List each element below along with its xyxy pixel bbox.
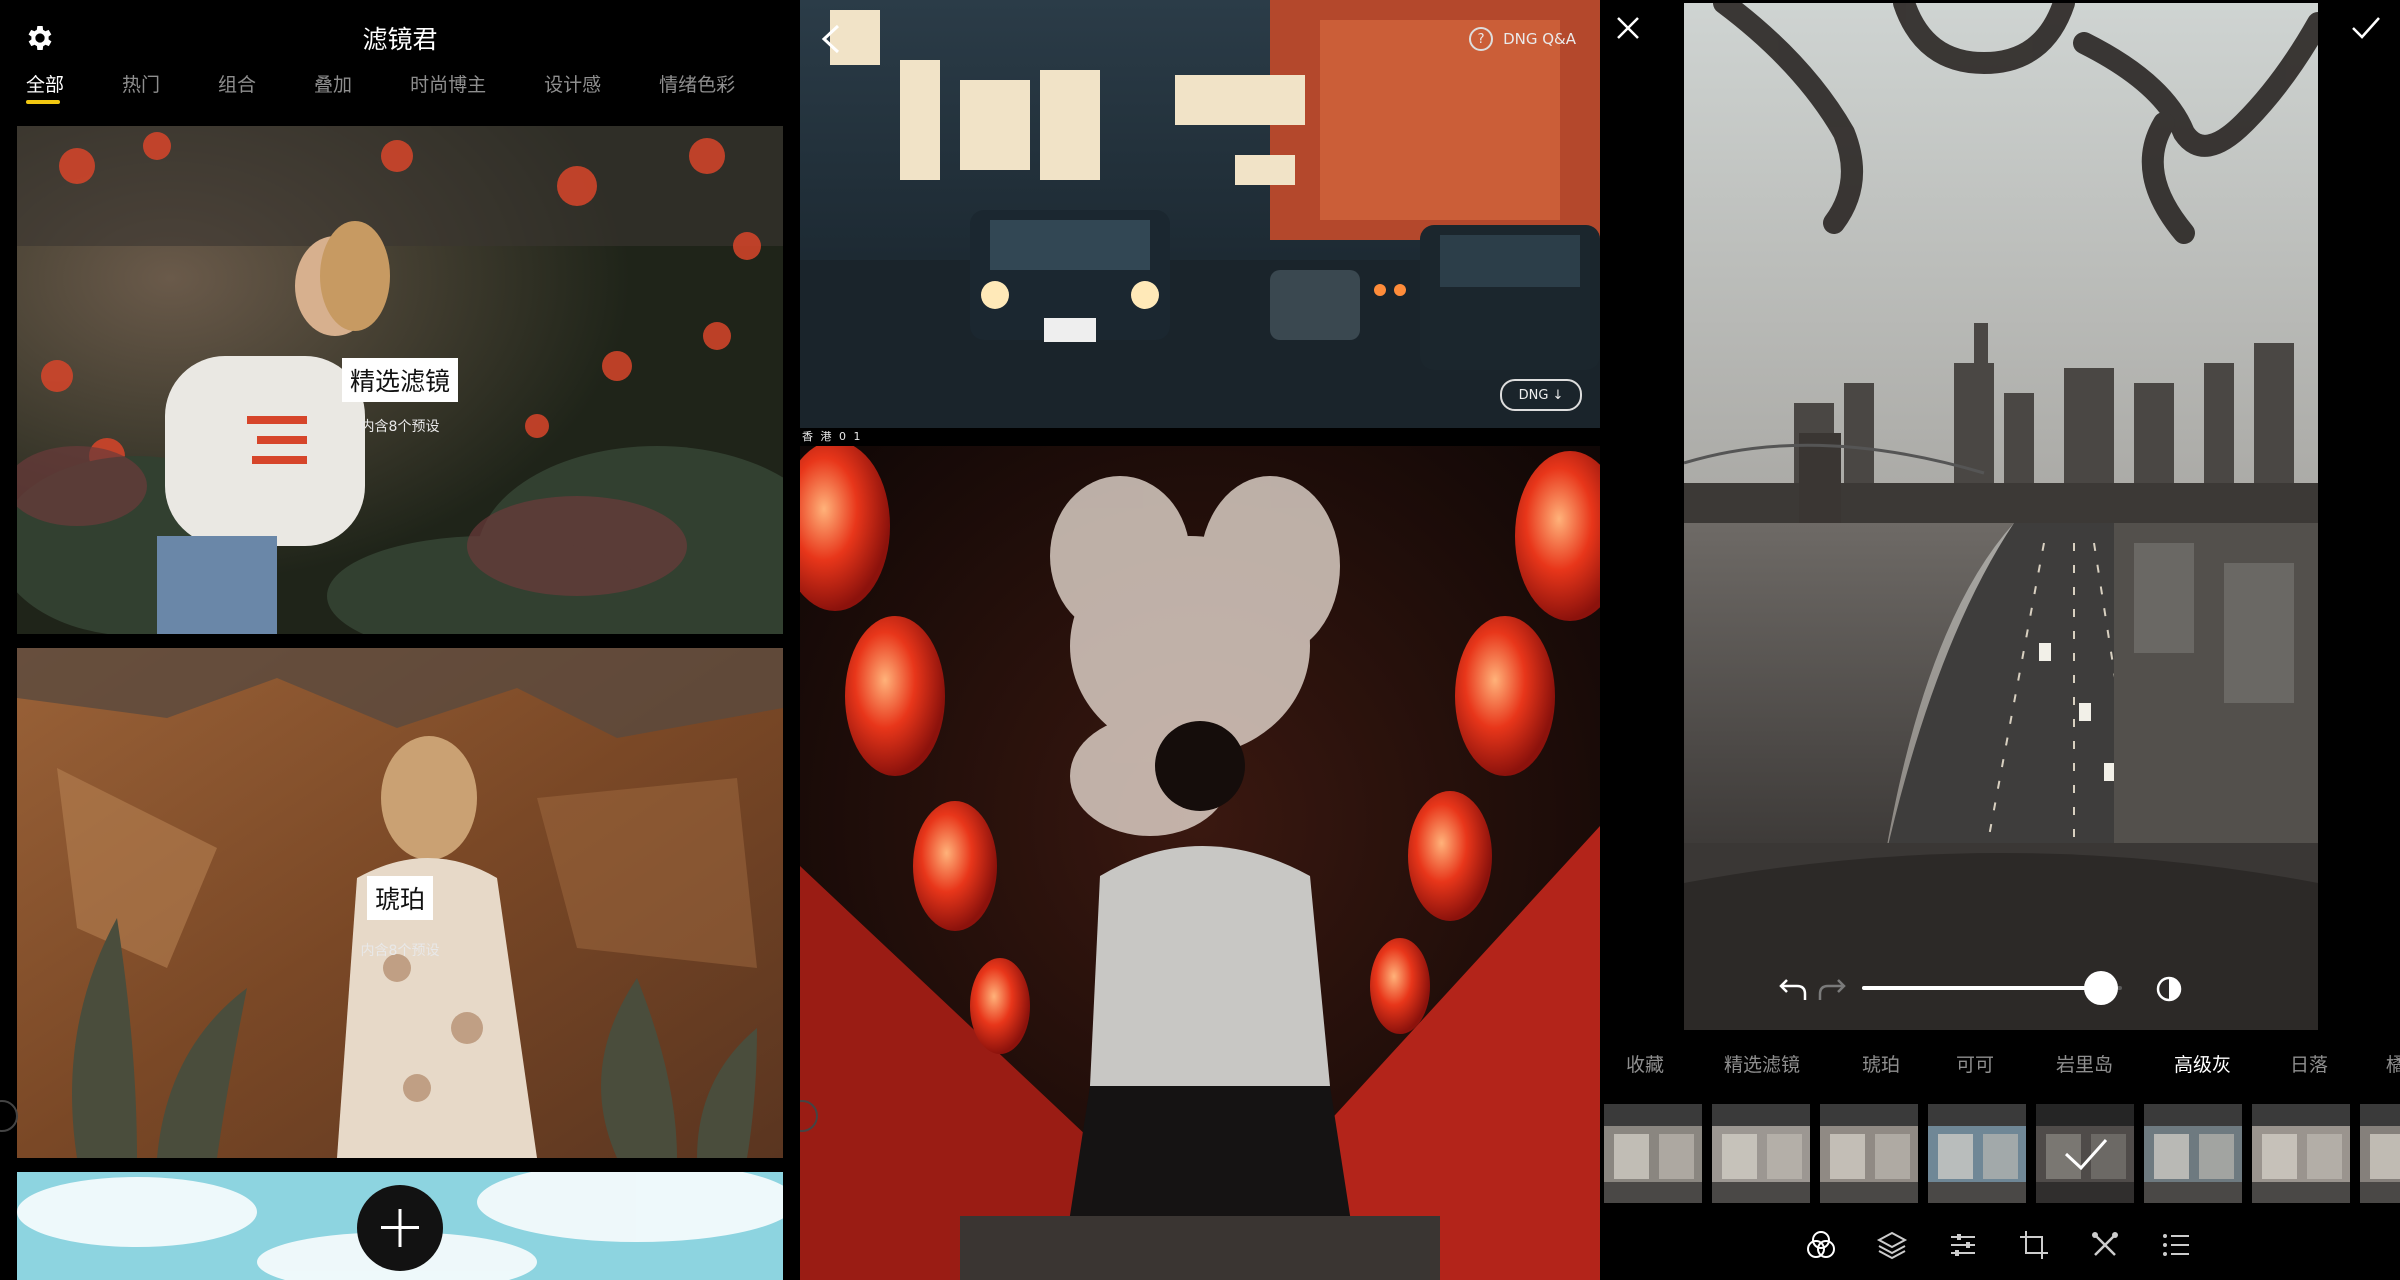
filter-thumbnail[interactable] xyxy=(2360,1104,2400,1203)
filter-thumbnail[interactable] xyxy=(1820,1104,1918,1203)
category-sunset[interactable]: 日落 xyxy=(2290,1050,2328,1077)
close-icon[interactable] xyxy=(1614,14,1642,42)
back-chevron-icon[interactable] xyxy=(818,22,844,56)
help-label: DNG Q&A xyxy=(1503,30,1576,48)
plus-icon xyxy=(381,1209,419,1247)
tab-mood-color[interactable]: 情绪色彩 xyxy=(659,70,735,110)
list-icon[interactable] xyxy=(2159,1228,2193,1262)
add-button[interactable] xyxy=(357,1185,443,1271)
filter-category-row: 收藏 精选滤镜 琥珀 可可 岩里岛 高级灰 日落 橘 xyxy=(1600,1050,2400,1080)
category-amber[interactable]: 琥珀 xyxy=(1862,1050,1900,1077)
dng-download-badge[interactable]: DNG ↓ xyxy=(1500,379,1582,411)
app-title: 滤镜君 xyxy=(362,25,438,54)
category-featured[interactable]: 精选滤镜 xyxy=(1724,1050,1800,1077)
card-label: 精选滤镜 xyxy=(341,358,459,402)
category-orange[interactable]: 橘 xyxy=(2386,1050,2400,1077)
active-tab-indicator xyxy=(26,100,60,104)
tab-fashion-blogger[interactable]: 时尚博主 xyxy=(410,70,486,110)
card-subtitle: 内含8个预设 xyxy=(360,419,440,435)
intensity-fill xyxy=(1862,986,2102,990)
filter-card-featured[interactable]: 精选滤镜 内含8个预设 xyxy=(17,126,783,634)
lantern-photo xyxy=(800,446,1600,1280)
confirm-check-icon[interactable] xyxy=(2350,14,2382,42)
filter-thumbnail[interactable] xyxy=(1712,1104,1810,1203)
filter-thumbnail[interactable] xyxy=(1604,1104,1702,1203)
filter-thumbnail[interactable] xyxy=(1928,1104,2026,1203)
filter-thumbnail[interactable] xyxy=(2252,1104,2350,1203)
undo-icon[interactable] xyxy=(1779,974,1809,1002)
category-cocoa[interactable]: 可可 xyxy=(1956,1050,1994,1077)
filter-circles-icon[interactable] xyxy=(1804,1228,1838,1262)
healing-tools-icon[interactable] xyxy=(2088,1228,2122,1262)
filter-feed-panel: 滤镜君 全部 热门 组合 叠加 时尚博主 设计感 情绪色彩 精选滤镜 内含8个预… xyxy=(0,0,800,1280)
editing-photo xyxy=(1684,3,2318,1030)
filter-thumbnail[interactable] xyxy=(2144,1104,2242,1203)
tab-overlay[interactable]: 叠加 xyxy=(314,70,352,110)
tab-all[interactable]: 全部 xyxy=(26,70,64,110)
photo-caption: 香 港 0 1 xyxy=(802,430,863,443)
side-handle-icon[interactable] xyxy=(0,1100,18,1132)
card-subtitle: 内含8个预设 xyxy=(360,943,440,959)
edit-controls xyxy=(1779,970,2182,1006)
crop-icon[interactable] xyxy=(2017,1228,2051,1262)
tab-hot[interactable]: 热门 xyxy=(122,70,160,110)
help-icon: ? xyxy=(1469,27,1494,51)
tab-combo[interactable]: 组合 xyxy=(218,70,256,110)
layers-icon[interactable] xyxy=(1875,1228,1909,1262)
tab-design[interactable]: 设计感 xyxy=(544,70,601,110)
filter-thumbnail[interactable] xyxy=(2036,1104,2134,1203)
compare-icon[interactable] xyxy=(2156,976,2182,1002)
category-yanli-island[interactable]: 岩里岛 xyxy=(2056,1050,2113,1077)
filter-editor-panel: 收藏 精选滤镜 琥珀 可可 岩里岛 高级灰 日落 橘 xyxy=(1600,0,2400,1280)
dng-help-link[interactable]: ? DNG Q&A xyxy=(1469,27,1576,51)
street-photo xyxy=(800,0,1600,428)
intensity-knob[interactable] xyxy=(2084,971,2119,1005)
intensity-slider[interactable] xyxy=(1862,971,2122,1005)
card-label: 琥珀 xyxy=(366,876,434,920)
category-tabs: 全部 热门 组合 叠加 时尚博主 设计感 情绪色彩 xyxy=(26,70,793,110)
redo-icon[interactable] xyxy=(1816,974,1846,1002)
category-favorites[interactable]: 收藏 xyxy=(1626,1050,1664,1077)
filter-card-amber[interactable]: 琥珀 内含8个预设 xyxy=(17,648,783,1158)
adjust-sliders-icon[interactable] xyxy=(1946,1228,1980,1262)
category-premium-gray[interactable]: 高级灰 xyxy=(2174,1050,2231,1077)
preset-preview-panel: ? DNG Q&A DNG ↓ 香 港 0 1 xyxy=(800,0,1600,1280)
